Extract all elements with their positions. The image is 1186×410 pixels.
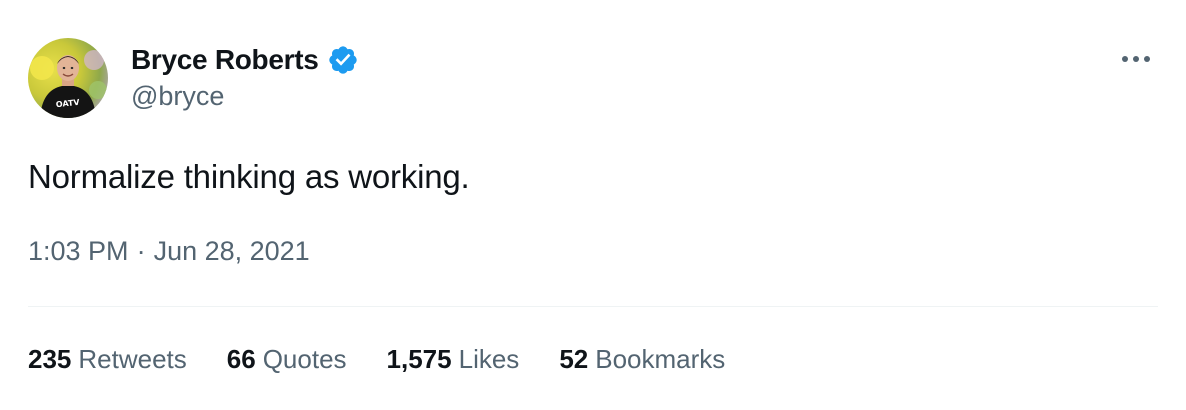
bookmarks-stat[interactable]: 52 Bookmarks (559, 344, 725, 375)
tweet-time[interactable]: 1:03 PM (28, 236, 129, 267)
author-name-row: Bryce Roberts (131, 40, 359, 80)
author-handle[interactable]: @bryce (131, 81, 224, 112)
divider (28, 306, 1158, 307)
quotes-stat[interactable]: 66 Quotes (227, 344, 347, 375)
timestamp-separator: · (136, 236, 146, 266)
tweet-text: Normalize thinking as working. (28, 158, 470, 195)
likes-stat[interactable]: 1,575 Likes (387, 344, 520, 375)
stat-value: 1,575 (386, 344, 452, 374)
avatar-image: OATV (28, 38, 108, 118)
more-options-button[interactable] (1116, 44, 1156, 74)
more-dots-icon (1122, 56, 1150, 62)
stat-label: Bookmarks (595, 344, 726, 374)
verified-badge-icon (327, 44, 359, 76)
stat-label: Retweets (78, 344, 187, 374)
retweets-stat[interactable]: 235 Retweets (28, 344, 187, 375)
stat-label: Likes (458, 344, 520, 374)
tweet-timestamp: 1:03 PM · Jun 28, 2021 (28, 236, 310, 267)
author-display-name[interactable]: Bryce Roberts (131, 44, 319, 76)
stat-label: Quotes (262, 344, 347, 374)
stat-value: 235 (28, 344, 72, 374)
tweet-card: OATV Bryce Roberts @bryce Normalize thin… (0, 0, 1186, 410)
stat-value: 52 (559, 344, 589, 374)
tweet-date[interactable]: Jun 28, 2021 (154, 236, 310, 267)
avatar[interactable]: OATV (28, 38, 108, 118)
stat-value: 66 (226, 344, 256, 374)
engagement-stats: 235 Retweets 66 Quotes 1,575 Likes 52 Bo… (28, 344, 765, 375)
